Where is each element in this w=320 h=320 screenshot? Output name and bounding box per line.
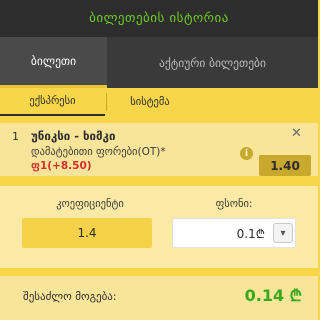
tab-active-tickets[interactable]: აქტიური ბილეთები [107,37,318,88]
possible-win-row: შესაძლო მოგება: 0.14 ₾ [0,276,318,320]
odds-badge: 1.40 [259,155,311,176]
subtab-divider [106,93,107,111]
page-title: ბილეთების ისტორია [0,0,318,37]
tab-ticket[interactable]: ბილეთი [0,37,107,88]
main-tabbar: ბილეთი აქტიური ბილეთები [0,37,318,88]
ticket-match-title: უნიკსი - ხიმკი [31,129,116,143]
subtab-system[interactable]: სისტემა [105,88,195,116]
close-icon[interactable]: ✕ [291,126,302,141]
stake-calculator: კოეფიციენტი ფსონი: 1.4 0.1₾ ▾ [0,186,318,268]
chevron-down-icon[interactable]: ▾ [273,223,293,243]
ticket-pick: ფ1(+8.50) [31,160,92,172]
info-icon[interactable]: i [240,147,253,160]
possible-win-value: 0.14 ₾ [244,286,302,305]
stake-label: ფსონი: [215,198,253,210]
coefficient-value: 1.4 [22,218,152,248]
possible-win-label: შესაძლო მოგება: [23,290,117,303]
subtab-express[interactable]: ექსპრესი [0,88,105,116]
coefficient-label: კოეფიციენტი [56,198,124,210]
bet-type-tabs: ექსპრესი სისტემა [0,88,318,116]
ticket-number: 1 [12,130,19,143]
betslip-panel: ექსპრესი სისტემა 1 უნიკსი - ხიმკი ✕ დამა… [0,88,318,320]
ticket-market: დამატებითი ფორები(OT)* [31,146,166,158]
